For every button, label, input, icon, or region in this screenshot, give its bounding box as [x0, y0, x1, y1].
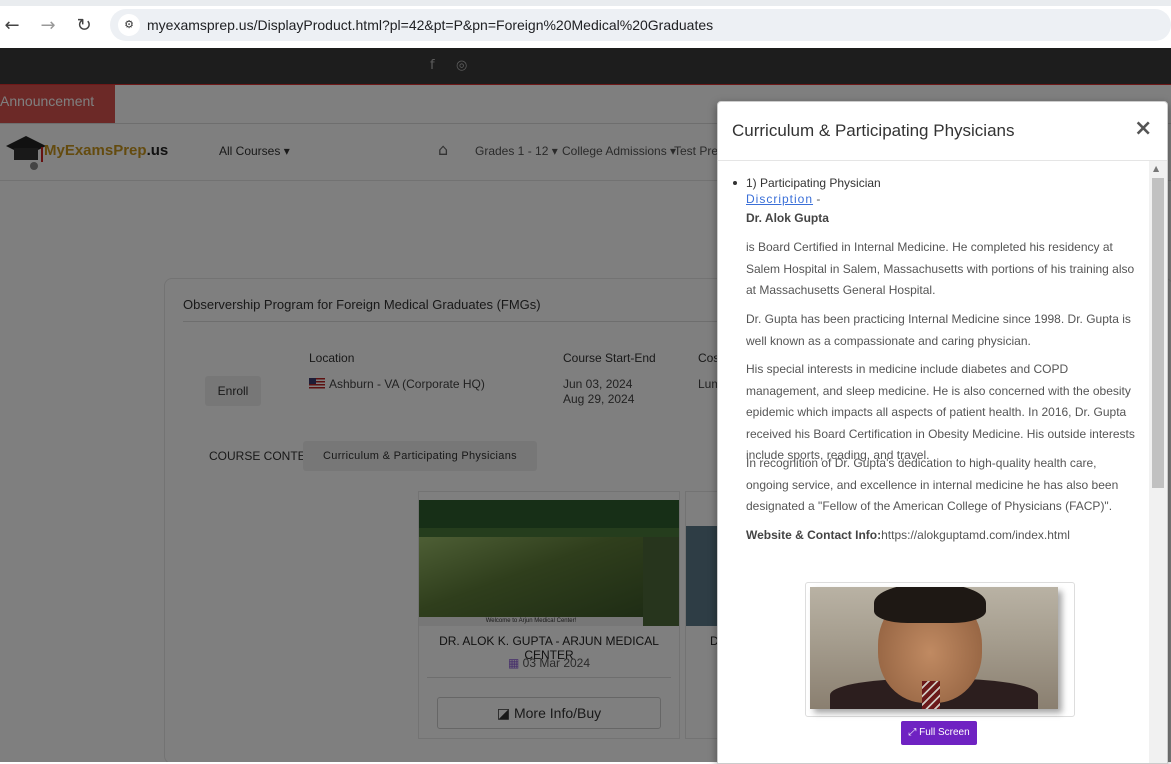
scrollbar-thumb[interactable] [1152, 178, 1164, 488]
modal-title: Curriculum & Participating Physicians [732, 121, 1015, 140]
close-icon[interactable]: × [1134, 116, 1152, 141]
modal-body: 1) Participating Physician Discription -… [718, 161, 1149, 763]
photo-tie [922, 681, 940, 709]
photo-hair [874, 587, 986, 623]
list-bullet [733, 181, 737, 185]
website-url[interactable]: https://alokguptamd.com/index.html [881, 528, 1070, 542]
full-screen-button[interactable]: ⤢ Full Screen [901, 721, 977, 745]
bio-paragraph-1: is Board Certified in Internal Medicine.… [746, 240, 1135, 297]
modal-header: Curriculum & Participating Physicians × [718, 102, 1167, 161]
description-link[interactable]: Discription [746, 192, 813, 206]
forward-arrow-icon[interactable]: → [36, 14, 60, 38]
bio-paragraph-4: In recognition of Dr. Gupta's dedication… [746, 456, 1119, 513]
physician-photo[interactable] [810, 587, 1058, 709]
site-info-icon[interactable]: ⚙ [118, 14, 140, 36]
physician-photo-frame [805, 582, 1075, 717]
modal-scrollbar[interactable]: ▲ [1149, 161, 1167, 763]
browser-toolbar: ← → ↻ ⚙ myexamsprep.us/DisplayProduct.ht… [0, 0, 1171, 48]
address-bar[interactable]: ⚙ myexamsprep.us/DisplayProduct.html?pl=… [110, 9, 1171, 41]
physician-name: Dr. Alok Gupta [746, 211, 829, 225]
bio-paragraph-2: Dr. Gupta has been practicing Internal M… [746, 312, 1131, 348]
curriculum-modal: Curriculum & Participating Physicians × … [717, 101, 1168, 764]
reload-icon[interactable]: ↻ [72, 14, 96, 38]
expand-icon: ⤢ [908, 727, 917, 738]
back-arrow-icon[interactable]: ← [0, 14, 24, 38]
website-line: Website & Contact Info:https://alokgupta… [746, 525, 1136, 547]
website-label: Website & Contact Info: [746, 528, 882, 542]
scroll-up-icon[interactable]: ▲ [1153, 164, 1159, 173]
url-text[interactable]: myexamsprep.us/DisplayProduct.html?pl=42… [147, 17, 713, 33]
bio-paragraph-3: His special interests in medicine includ… [746, 362, 1135, 462]
